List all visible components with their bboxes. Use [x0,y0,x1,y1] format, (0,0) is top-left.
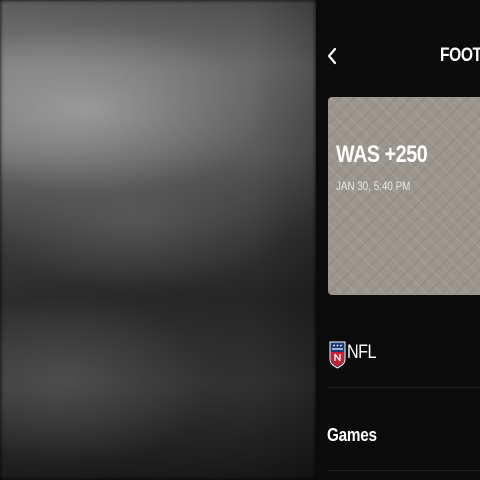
nfl-shield-icon [329,341,346,369]
panel-header: FOOTBALL [316,0,480,90]
bet-line: WAS +250 [336,141,428,168]
divider [328,470,480,471]
menu-item-label: Games [327,425,377,445]
menu-item-nfl[interactable]: NFL [316,322,480,386]
menu-item-games[interactable]: Games [316,388,480,470]
back-button[interactable] [322,42,342,70]
bet-time: JAN 30, 5:40 PM [336,179,411,193]
featured-bet-card[interactable]: WAS +250 JAN 30, 5:40 PM [328,97,480,295]
screen: FOOTBALL WAS +250 JAN 30, 5:40 PM NFL Ga… [0,0,480,480]
menu-item-label: NFL [347,342,377,363]
background-shade [0,0,316,480]
football-panel: FOOTBALL WAS +250 JAN 30, 5:40 PM NFL Ga… [316,0,480,480]
chevron-left-icon [327,47,337,65]
page-title: FOOTBALL [440,45,480,66]
